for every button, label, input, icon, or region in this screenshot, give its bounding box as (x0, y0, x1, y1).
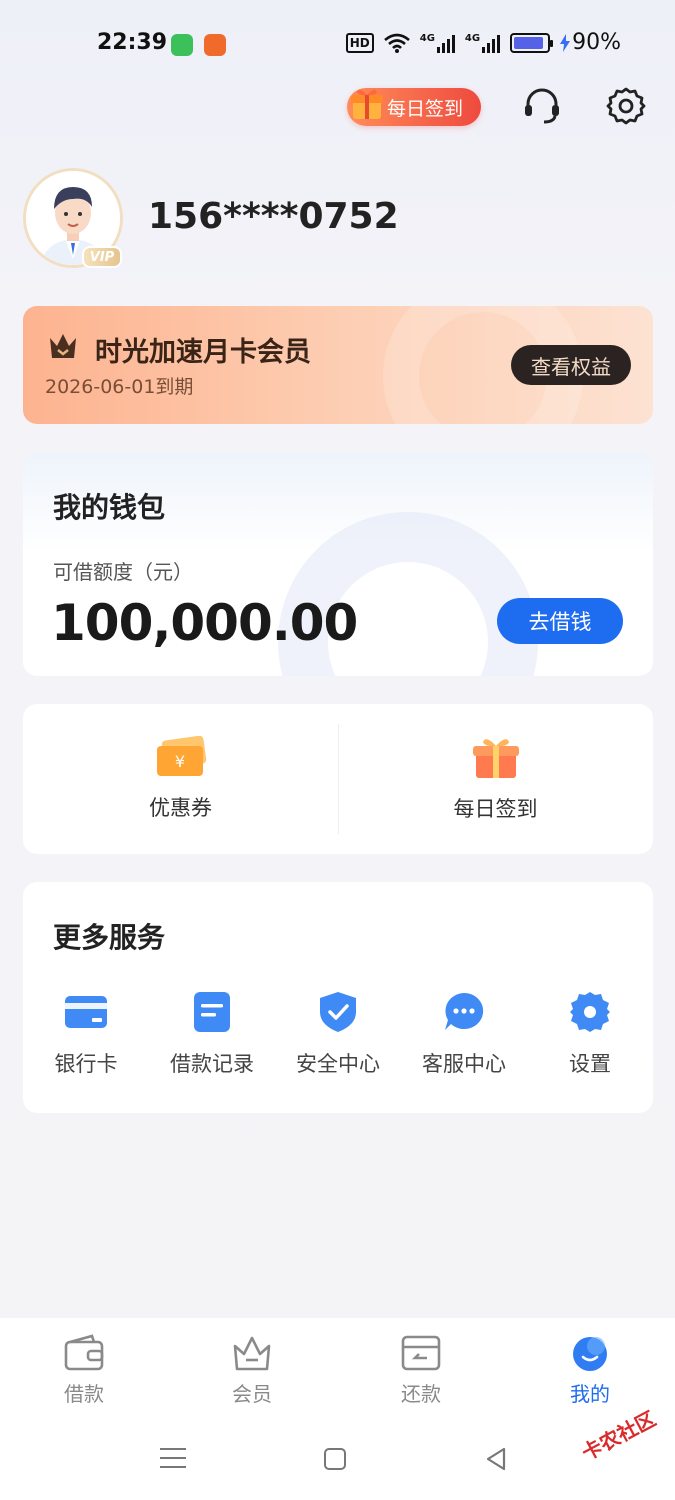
crown-icon (50, 334, 76, 358)
service-label: 设置 (569, 1052, 611, 1076)
repay-icon (401, 1335, 441, 1371)
service-label: 银行卡 (54, 1052, 118, 1076)
settings-gear-icon[interactable] (606, 86, 646, 126)
profile-icon (573, 1337, 607, 1371)
nav-back-button[interactable] (484, 1446, 508, 1472)
bank-card-icon (65, 996, 107, 1028)
daily-checkin-shortcut[interactable]: 每日签到 (338, 704, 653, 854)
tab-label: 我的 (570, 1382, 610, 1406)
message-app-icon (171, 34, 193, 56)
gift-icon (472, 739, 519, 778)
tab-label: 会员 (232, 1382, 272, 1406)
coupon-button[interactable]: ¥ 优惠券 (23, 704, 338, 854)
coupon-label: 优惠券 (149, 796, 212, 820)
status-time: 22:39 (97, 30, 168, 55)
tab-borrow[interactable]: 借款 (24, 1334, 144, 1407)
borrow-button[interactable]: 去借钱 (497, 598, 623, 644)
service-label: 客服中心 (422, 1052, 506, 1076)
chat-icon (445, 992, 484, 1030)
charging-icon (560, 33, 571, 52)
status-indicators: HD 4G 4G 90% (345, 30, 621, 55)
service-label: 安全中心 (296, 1052, 380, 1076)
membership-card[interactable]: 时光加速月卡会员 2026-06-01到期 查看权益 (23, 306, 653, 424)
shield-icon (320, 992, 356, 1032)
signal-1: 4G (420, 33, 455, 53)
headset-icon[interactable] (522, 86, 562, 126)
wallet-card: 我的钱包 可借额度（元） 100,000.00 去借钱 (23, 452, 653, 676)
crown-basket-icon (233, 1336, 271, 1371)
signal-bars-icon (482, 33, 501, 53)
vip-badge: VIP (82, 246, 122, 268)
tab-mine[interactable]: 我的 (530, 1334, 650, 1407)
checkin-label: 每日签到 (453, 797, 538, 821)
signal-2: 4G (465, 33, 501, 53)
service-security-center[interactable]: 安全中心 (275, 990, 401, 1078)
gift-icon (351, 89, 383, 119)
service-customer-center[interactable]: 客服中心 (401, 990, 527, 1078)
service-label: 借款记录 (170, 1052, 254, 1076)
wallet-title: 我的钱包 (53, 491, 166, 524)
phone-number: 156****0752 (148, 196, 399, 237)
coupon-icon: ¥ (156, 736, 206, 776)
wifi-icon (383, 33, 410, 53)
service-bank-card[interactable]: 银行卡 (23, 990, 149, 1078)
view-benefits-button[interactable]: 查看权益 (511, 345, 631, 385)
svg-text:¥: ¥ (174, 752, 184, 771)
service-settings[interactable]: 设置 (527, 990, 653, 1078)
nav-home-button[interactable] (324, 1448, 346, 1470)
credit-limit-amount: 100,000.00 (51, 594, 358, 652)
battery-icon (510, 32, 554, 53)
nav-recent-apps-button[interactable] (160, 1448, 186, 1475)
wallet-icon (64, 1334, 104, 1371)
tab-repay[interactable]: 还款 (361, 1334, 481, 1407)
hd-icon: HD (345, 32, 374, 53)
tab-membership[interactable]: 会员 (192, 1334, 312, 1407)
membership-expiry: 2026-06-01到期 (45, 376, 194, 398)
membership-title: 时光加速月卡会员 (95, 337, 311, 368)
battery-percent: 90% (572, 30, 621, 55)
tab-label: 借款 (64, 1382, 104, 1406)
services-title: 更多服务 (53, 921, 166, 954)
loan-record-icon (194, 992, 230, 1032)
checkin-label: 每日签到 (387, 97, 464, 120)
service-loan-records[interactable]: 借款记录 (149, 990, 275, 1078)
signal-bars-icon (436, 33, 455, 53)
credit-limit-label: 可借额度（元） (53, 560, 193, 584)
tab-label: 还款 (401, 1382, 441, 1406)
app-notification-icon (204, 34, 226, 56)
gear-icon (570, 992, 610, 1032)
